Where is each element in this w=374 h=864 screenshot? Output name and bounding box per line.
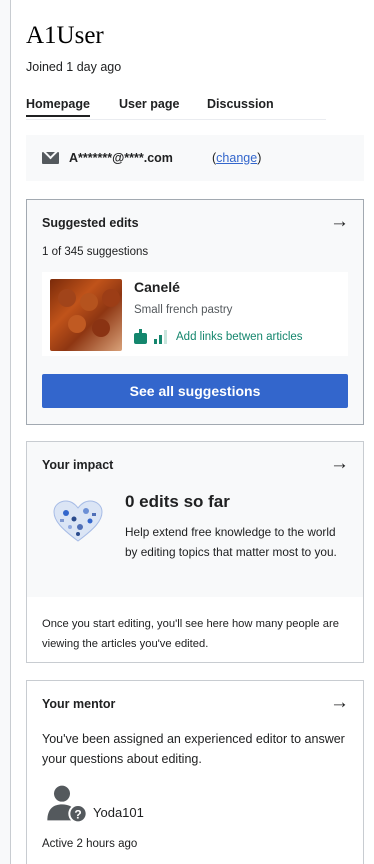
- impact-title: Your impact: [42, 458, 114, 472]
- suggestion-title: Canelé: [134, 279, 180, 295]
- pastry-thumbnail: [50, 279, 122, 351]
- user-question-icon: ?: [47, 785, 88, 823]
- mail-icon: [42, 152, 59, 164]
- suggestion-count: 1 of 345 suggestions: [42, 246, 149, 258]
- email-change-wrapper: (change): [212, 151, 261, 165]
- difficulty-bars-icon: [154, 330, 168, 344]
- arrow-right-icon[interactable]: →: [330, 692, 349, 714]
- email-row: A*******@****.com (change): [26, 135, 364, 181]
- suggestion-description: Small french pastry: [134, 304, 233, 316]
- suggested-edits-title: Suggested edits: [42, 216, 139, 230]
- robot-icon: [134, 329, 147, 344]
- mentor-title: Your mentor: [42, 697, 116, 711]
- change-email-link[interactable]: change: [216, 151, 257, 165]
- arrow-right-icon[interactable]: →: [330, 211, 349, 233]
- tab-discussion[interactable]: Discussion: [207, 97, 274, 111]
- tab-homepage[interactable]: Homepage: [26, 97, 90, 117]
- arrow-right-icon[interactable]: →: [330, 453, 349, 475]
- heart-illustration-icon: [53, 500, 103, 542]
- task-type: Add links betwen articles: [176, 331, 303, 343]
- suggestion-item[interactable]: Canelé Small french pastry Add links bet…: [42, 272, 348, 356]
- mentor-username-link[interactable]: Yoda101: [93, 805, 144, 820]
- impact-description: Help extend free knowledge to the world …: [125, 525, 337, 559]
- homepage: A1User Joined 1 day ago Homepage User pa…: [0, 0, 374, 864]
- tab-user-page[interactable]: User page: [119, 97, 179, 111]
- mentor-status: Active 2 hours ago: [42, 838, 138, 850]
- impact-summary: Your impact → 0 edits so far Help extend…: [27, 442, 363, 597]
- mentor-card[interactable]: Your mentor → You've been assigned an ex…: [26, 680, 364, 864]
- left-rail: [0, 0, 11, 864]
- suggested-edits-card[interactable]: Suggested edits → 1 of 345 suggestions C…: [26, 199, 364, 425]
- email-address: A*******@****.com: [69, 151, 173, 165]
- paren-close: ): [257, 151, 262, 165]
- impact-card[interactable]: Your impact → 0 edits so far Help extend…: [26, 441, 364, 663]
- username-heading: A1User: [26, 22, 104, 49]
- mentor-description: You've been assigned an experienced edit…: [42, 732, 345, 766]
- see-all-suggestions-button[interactable]: See all suggestions: [42, 374, 348, 408]
- page-tabs: Homepage User page Discussion: [26, 97, 326, 120]
- joined-date: Joined 1 day ago: [26, 60, 122, 74]
- impact-footer: Once you start editing, you'll see here …: [42, 618, 339, 650]
- svg-text:?: ?: [74, 807, 81, 821]
- impact-headline: 0 edits so far: [125, 492, 230, 511]
